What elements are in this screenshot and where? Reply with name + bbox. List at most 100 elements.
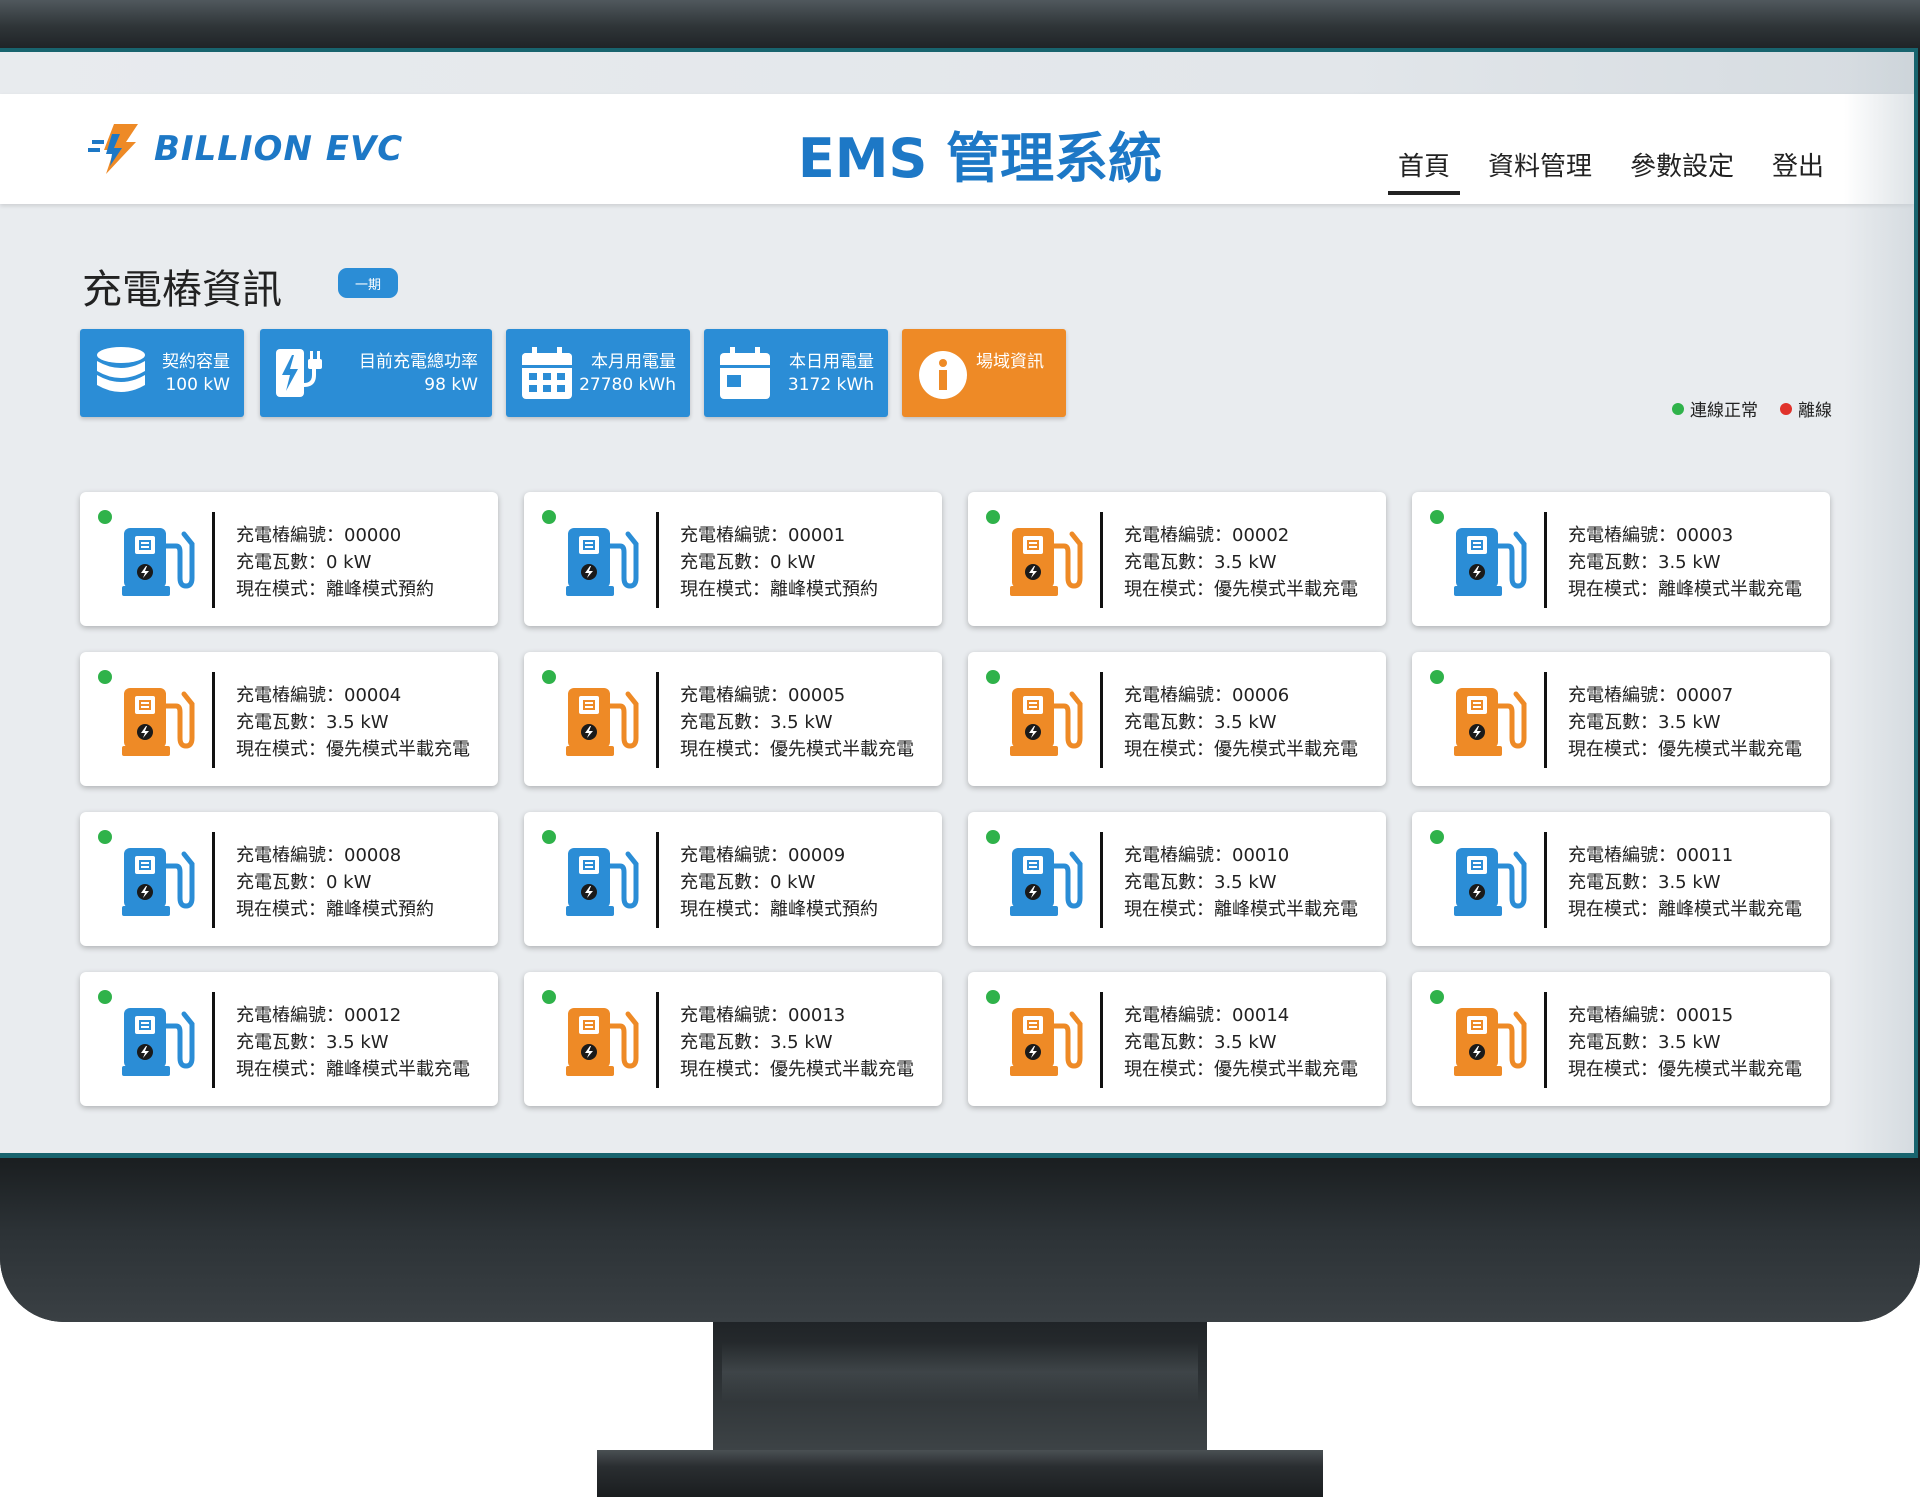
stat-daily-usage[interactable]: 本日用電量 3172 kWh <box>704 329 888 417</box>
charger-card[interactable]: 充電樁編號：00008 充電瓦數：0 kW 現在模式：離峰模式預約 <box>80 812 498 946</box>
charger-id: 充電樁編號：00014 <box>1124 1005 1290 1026</box>
charger-power: 充電瓦數：0 kW <box>236 872 372 893</box>
info-icon <box>919 351 967 399</box>
charger-mode: 現在模式：離峰模式半載充電 <box>236 1059 470 1080</box>
charger-card[interactable]: 充電樁編號：00006 充電瓦數：3.5 kW 現在模式：優先模式半載充電 <box>968 652 1386 786</box>
charger-card[interactable]: 充電樁編號：00009 充電瓦數：0 kW 現在模式：離峰模式預約 <box>524 812 942 946</box>
card-divider <box>1544 992 1547 1088</box>
charging-station-icon <box>566 528 639 596</box>
card-divider <box>212 992 215 1088</box>
charging-station-icon <box>1454 848 1527 916</box>
nav-home[interactable]: 首頁 <box>1387 142 1460 195</box>
charger-id: 充電樁編號：00010 <box>1124 845 1290 866</box>
nav-logout[interactable]: 登出 <box>1762 142 1834 195</box>
stat-total-power[interactable]: 目前充電總功率 98 kW <box>260 329 492 417</box>
charger-power: 充電瓦數：3.5 kW <box>1124 1032 1277 1053</box>
stat-monthly-usage[interactable]: 本月用電量 27780 kWh <box>506 329 690 417</box>
charger-card[interactable]: 充電樁編號：00015 充電瓦數：3.5 kW 現在模式：優先模式半載充電 <box>1412 972 1830 1106</box>
charger-power: 充電瓦數：3.5 kW <box>1124 872 1277 893</box>
charger-info: 充電樁編號：00006 充電瓦數：3.5 kW 現在模式：優先模式半載充電 <box>1124 682 1358 763</box>
brand-logo[interactable]: BILLION EVC <box>86 120 403 178</box>
charging-station-icon <box>1010 848 1083 916</box>
charger-card[interactable]: 充電樁編號：00013 充電瓦數：3.5 kW 現在模式：優先模式半載充電 <box>524 972 942 1106</box>
card-divider <box>1544 512 1547 608</box>
charger-info: 充電樁編號：00007 充電瓦數：3.5 kW 現在模式：優先模式半載充電 <box>1568 682 1802 763</box>
monitor-chin <box>0 1158 1920 1322</box>
offline-dot-icon <box>1780 402 1792 415</box>
charger-card[interactable]: 充電樁編號：00007 充電瓦數：3.5 kW 現在模式：優先模式半載充電 <box>1412 652 1830 786</box>
charger-mode: 現在模式：離峰模式半載充電 <box>1568 579 1802 600</box>
charger-card[interactable]: 充電樁編號：00002 充電瓦數：3.5 kW 現在模式：優先模式半載充電 <box>968 492 1386 626</box>
section-title: 充電樁資訊 <box>82 267 282 313</box>
app-header: BILLION EVC EMS 管理系統 首頁 資料管理 參數設定 登出 <box>0 94 1914 204</box>
charger-id: 充電樁編號：00003 <box>1568 525 1734 546</box>
online-status-icon <box>1430 510 1444 524</box>
stat-contract-capacity[interactable]: 契約容量 100 kW <box>80 329 244 417</box>
monitor-stand-shine <box>722 1342 1198 1402</box>
charger-mode: 現在模式：優先模式半載充電 <box>1124 579 1358 600</box>
nav-settings[interactable]: 參數設定 <box>1620 142 1744 195</box>
online-status-icon <box>986 670 1000 684</box>
online-status-icon <box>98 510 112 524</box>
charger-card[interactable]: 充電樁編號：00003 充電瓦數：3.5 kW 現在模式：離峰模式半載充電 <box>1412 492 1830 626</box>
charger-mode: 現在模式：優先模式半載充電 <box>236 739 470 760</box>
stat-value: 3172 kWh <box>787 375 874 395</box>
charger-id: 充電樁編號：00015 <box>1568 1005 1734 1026</box>
charger-power: 充電瓦數：0 kW <box>680 552 816 573</box>
charger-id: 充電樁編號：00005 <box>680 685 846 706</box>
charger-card[interactable]: 充電樁編號：00001 充電瓦數：0 kW 現在模式：離峰模式預約 <box>524 492 942 626</box>
card-divider <box>656 832 659 928</box>
charger-card[interactable]: 充電樁編號：00000 充電瓦數：0 kW 現在模式：離峰模式預約 <box>80 492 498 626</box>
charger-id: 充電樁編號：00008 <box>236 845 402 866</box>
charger-card[interactable]: 充電樁編號：00004 充電瓦數：3.5 kW 現在模式：優先模式半載充電 <box>80 652 498 786</box>
card-divider <box>1544 672 1547 768</box>
screen-top-band <box>0 52 1914 94</box>
charger-card[interactable]: 充電樁編號：00005 充電瓦數：3.5 kW 現在模式：優先模式半載充電 <box>524 652 942 786</box>
charger-mode: 現在模式：優先模式半載充電 <box>680 739 914 760</box>
charger-card[interactable]: 充電樁編號：00012 充電瓦數：3.5 kW 現在模式：離峰模式半載充電 <box>80 972 498 1106</box>
screen: BILLION EVC EMS 管理系統 首頁 資料管理 參數設定 登出 充電樁… <box>0 52 1914 1153</box>
charging-station-icon <box>122 848 195 916</box>
nav-data-management[interactable]: 資料管理 <box>1478 142 1602 195</box>
charging-station-icon <box>566 688 639 756</box>
charger-id: 充電樁編號：00007 <box>1568 685 1734 706</box>
logo-text: BILLION EVC <box>154 129 404 169</box>
charger-card[interactable]: 充電樁編號：00011 充電瓦數：3.5 kW 現在模式：離峰模式半載充電 <box>1412 812 1830 946</box>
card-divider <box>212 832 215 928</box>
charger-power: 充電瓦數：0 kW <box>680 872 816 893</box>
charger-power: 充電瓦數：3.5 kW <box>1568 712 1721 733</box>
charger-info: 充電樁編號：00008 充電瓦數：0 kW 現在模式：離峰模式預約 <box>236 842 434 923</box>
charger-info: 充電樁編號：00004 充電瓦數：3.5 kW 現在模式：優先模式半載充電 <box>236 682 470 763</box>
charger-power: 充電瓦數：0 kW <box>236 552 372 573</box>
online-status-icon <box>98 830 112 844</box>
charger-id: 充電樁編號：00001 <box>680 525 846 546</box>
online-dot-icon <box>1672 402 1684 415</box>
charger-info: 充電樁編號：00012 充電瓦數：3.5 kW 現在模式：離峰模式半載充電 <box>236 1002 470 1083</box>
online-status-icon <box>98 670 112 684</box>
charger-power: 充電瓦數：3.5 kW <box>1568 1032 1721 1053</box>
stat-value: 98 kW <box>424 375 478 395</box>
charger-mode: 現在模式：離峰模式半載充電 <box>1124 899 1358 920</box>
main-nav: 首頁 資料管理 參數設定 登出 <box>1387 142 1834 195</box>
charging-station-icon <box>122 528 195 596</box>
legend-offline-label: 離線 <box>1798 401 1832 421</box>
card-divider <box>656 992 659 1088</box>
charger-card[interactable]: 充電樁編號：00010 充電瓦數：3.5 kW 現在模式：離峰模式半載充電 <box>968 812 1386 946</box>
card-divider <box>656 672 659 768</box>
charger-info: 充電樁編號：00013 充電瓦數：3.5 kW 現在模式：優先模式半載充電 <box>680 1002 914 1083</box>
page-title: EMS 管理系統 <box>797 127 1163 190</box>
charger-power: 充電瓦數：3.5 kW <box>1568 552 1721 573</box>
site-info-button[interactable]: 場域資訊 <box>902 329 1066 417</box>
online-status-icon <box>986 830 1000 844</box>
charging-station-icon <box>1010 1008 1083 1076</box>
online-status-icon <box>542 990 556 1004</box>
charger-power: 充電瓦數：3.5 kW <box>1568 872 1721 893</box>
stat-value: 100 kW <box>165 375 230 395</box>
charger-card[interactable]: 充電樁編號：00014 充電瓦數：3.5 kW 現在模式：優先模式半載充電 <box>968 972 1386 1106</box>
charger-grid: 充電樁編號：00000 充電瓦數：0 kW 現在模式：離峰模式預約 充電樁編號：… <box>80 492 1832 1106</box>
charger-info: 充電樁編號：00009 充電瓦數：0 kW 現在模式：離峰模式預約 <box>680 842 878 923</box>
card-divider <box>1544 832 1547 928</box>
charging-station-icon <box>1010 688 1083 756</box>
phase-badge[interactable]: 一期 <box>338 268 398 298</box>
stat-value: 27780 kWh <box>579 375 676 395</box>
